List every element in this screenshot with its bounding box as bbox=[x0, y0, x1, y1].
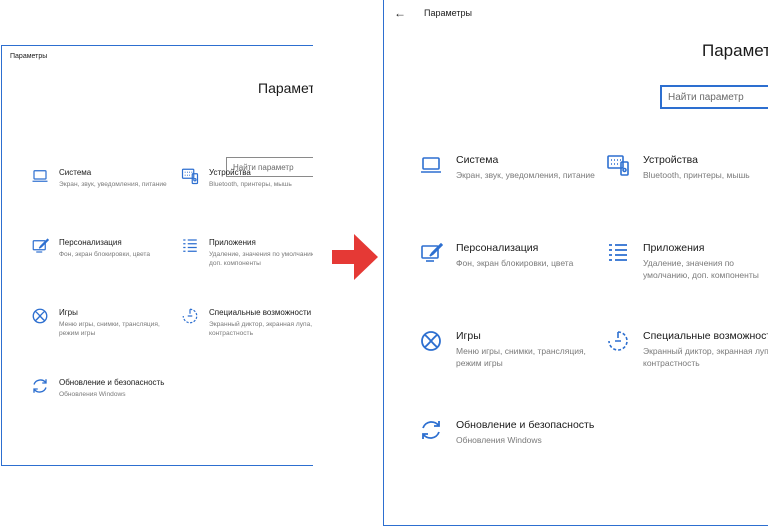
tile-system[interactable]: Система Экран, звук, уведомления, питание bbox=[31, 167, 169, 189]
back-arrow-icon[interactable]: ← bbox=[394, 6, 406, 20]
ease-of-access-icon bbox=[181, 307, 199, 325]
tile-title: Специальные возможности bbox=[209, 308, 312, 317]
laptop-icon bbox=[419, 153, 443, 177]
page-title: Параметры bbox=[702, 41, 768, 60]
paint-icon bbox=[419, 241, 444, 265]
tile-desc: Bluetooth, принтеры, мышь bbox=[209, 181, 292, 188]
tile-title: Специальные возможности bbox=[643, 330, 768, 342]
tile-devices[interactable]: Устройства Bluetooth, принтеры, мышь bbox=[606, 153, 768, 182]
tile-title: Система bbox=[456, 154, 499, 166]
tile-title: Персонализация bbox=[59, 238, 122, 247]
settings-window-large: ← Параметры Параметры Система Экран, звук… bbox=[383, 0, 768, 526]
tile-update[interactable]: Обновление и безопасность Обновления Wind… bbox=[31, 377, 169, 399]
tile-desc: Меню игры, снимки, трансляция, режим игр… bbox=[456, 346, 586, 368]
tile-title: Обновление и безопасность bbox=[456, 419, 595, 431]
tile-title: Приложения bbox=[209, 238, 256, 247]
settings-window-small: Параметры Параметры Система Экран, звук, … bbox=[1, 45, 313, 466]
arrow-right-icon bbox=[332, 234, 378, 280]
laptop-icon bbox=[31, 167, 49, 185]
update-icon bbox=[419, 418, 443, 442]
window-title: Параметры bbox=[10, 52, 48, 60]
tile-gaming[interactable]: Игры Меню игры, снимки, трансляция, режим… bbox=[419, 329, 596, 369]
tile-desc: Удаление, значения по умолчанию, доп. ко… bbox=[209, 251, 313, 267]
tile-desc: Удаление, значения по умолчанию, доп. ко… bbox=[643, 258, 759, 280]
tile-apps[interactable]: Приложения Удаление, значения по умолчани… bbox=[606, 241, 768, 281]
keyboard-icon bbox=[606, 153, 630, 177]
tile-title: Персонализация bbox=[456, 242, 539, 254]
paint-icon bbox=[31, 237, 50, 255]
tile-title: Приложения bbox=[643, 242, 705, 254]
tile-desc: Bluetooth, принтеры, мышь bbox=[643, 170, 750, 180]
tile-gaming[interactable]: Игры Меню игры, снимки, трансляция, режим… bbox=[31, 307, 169, 338]
tile-desc: Экран, звук, уведомления, питание bbox=[59, 181, 167, 188]
apps-list-icon bbox=[181, 237, 199, 255]
tile-desc: Экранный диктор, экранная лупа, контраст… bbox=[209, 321, 313, 337]
tile-desc: Фон, экран блокировки, цвета bbox=[456, 258, 574, 268]
title-bar: Параметры bbox=[2, 46, 313, 66]
tile-personalization[interactable]: Персонализация Фон, экран блокировки, цве… bbox=[419, 241, 596, 270]
tile-title: Устройства bbox=[209, 168, 251, 177]
tile-desc: Обновления Windows bbox=[456, 435, 542, 445]
xbox-icon bbox=[419, 329, 443, 353]
tile-update[interactable]: Обновление и безопасность Обновления Wind… bbox=[419, 418, 596, 447]
tile-title: Система bbox=[59, 168, 92, 177]
tile-title: Устройства bbox=[643, 154, 698, 166]
update-icon bbox=[31, 377, 49, 395]
keyboard-icon bbox=[181, 167, 199, 185]
apps-list-icon bbox=[606, 241, 630, 265]
search-input[interactable] bbox=[660, 85, 768, 109]
tile-system[interactable]: Система Экран, звук, уведомления, питание bbox=[419, 153, 596, 182]
tile-desc: Экранный диктор, экранная лупа, контраст… bbox=[643, 346, 768, 368]
tile-apps[interactable]: Приложения Удаление, значения по умолчани… bbox=[181, 237, 313, 268]
tile-desc: Экран, звук, уведомления, питание bbox=[456, 170, 595, 180]
tile-accessibility[interactable]: Специальные возможности Экранный диктор, … bbox=[181, 307, 313, 338]
tile-title: Игры bbox=[456, 330, 481, 342]
tile-title: Обновление и безопасность bbox=[59, 378, 165, 387]
page-title: Параметры bbox=[258, 80, 313, 96]
title-bar: ← Параметры bbox=[384, 0, 768, 26]
ease-of-access-icon bbox=[606, 329, 630, 353]
tile-accessibility[interactable]: Специальные возможности Экранный диктор, … bbox=[606, 329, 768, 369]
xbox-icon bbox=[31, 307, 49, 325]
window-title: Параметры bbox=[424, 8, 472, 18]
tile-desc: Фон, экран блокировки, цвета bbox=[59, 251, 151, 258]
tile-desc: Обновления Windows bbox=[59, 391, 126, 398]
tile-personalization[interactable]: Персонализация Фон, экран блокировки, цве… bbox=[31, 237, 169, 259]
tile-title: Игры bbox=[59, 308, 78, 317]
tile-desc: Меню игры, снимки, трансляция, режим игр… bbox=[59, 321, 160, 337]
tile-devices[interactable]: Устройства Bluetooth, принтеры, мышь bbox=[181, 167, 313, 189]
